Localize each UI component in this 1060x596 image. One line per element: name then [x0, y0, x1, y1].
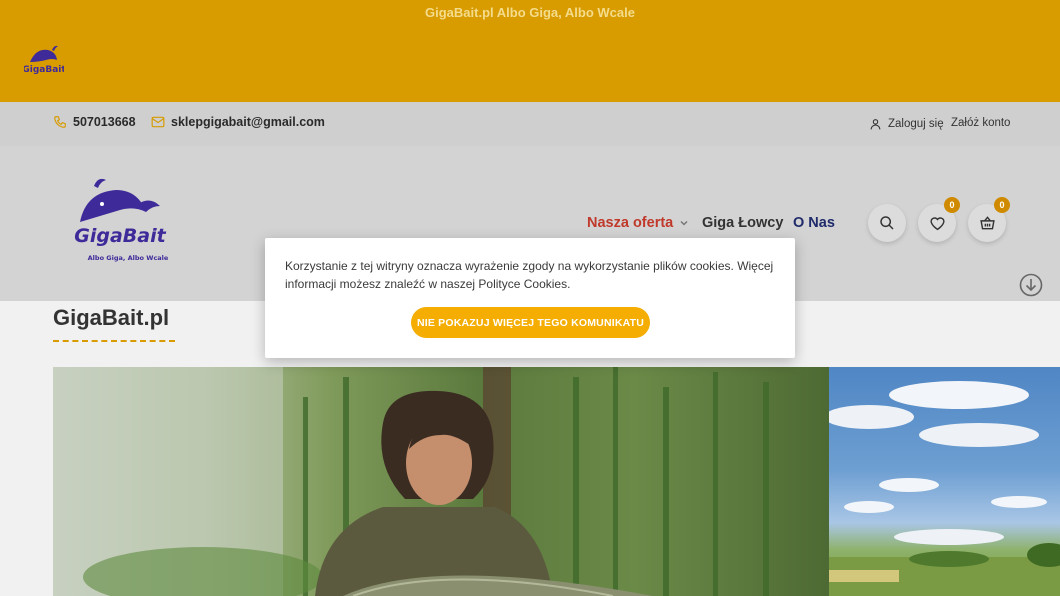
hero-image-angler[interactable]	[53, 367, 829, 596]
cookie-consent-dialog: Korzystanie z tej witryny oznacza wyraże…	[265, 238, 795, 358]
cookie-message: Korzystanie z tej witryny oznacza wyraże…	[285, 259, 774, 291]
contact-bar: 507013668 sklepgigabait@gmail.com Zalogu…	[0, 102, 1060, 146]
user-icon	[870, 119, 881, 130]
wishlist-button[interactable]: 0	[918, 197, 960, 242]
hero-image-landscape[interactable]	[829, 367, 1060, 596]
cart-button[interactable]: 0	[968, 197, 1010, 242]
top-banner: GigaBait.pl Albo Giga, Albo Wcale GigaBa…	[0, 0, 1060, 102]
svg-text:GigaBait: GigaBait	[24, 65, 64, 75]
scroll-down-icon[interactable]	[1019, 273, 1043, 297]
basket-icon	[979, 216, 995, 230]
cookie-dismiss-button[interactable]: NIE POKAZUJ WIĘCEJ TEGO KOMUNIKATU	[411, 307, 650, 338]
mail-icon	[151, 116, 165, 128]
register-label: Załóż konto	[951, 117, 1011, 129]
nav-about[interactable]: O Nas	[793, 215, 835, 231]
slogan: GigaBait.pl Albo Giga, Albo Wcale	[425, 5, 635, 20]
search-icon	[880, 216, 894, 230]
title-underline	[53, 340, 175, 342]
svg-text:Albo Giga, Albo Wcale: Albo Giga, Albo Wcale	[88, 254, 168, 262]
nav-offer[interactable]: Nasza oferta	[587, 215, 689, 231]
login-label: Zaloguj się	[888, 118, 944, 130]
login-link[interactable]: Zaloguj się	[869, 117, 944, 131]
phone-link[interactable]: 507013668	[53, 115, 136, 129]
email-address: sklepgigabait@gmail.com	[171, 115, 325, 129]
nav-hunters[interactable]: Giga Łowcy	[702, 215, 783, 231]
heart-icon	[929, 217, 945, 231]
angler-photo-illustration	[53, 367, 769, 596]
site-logo[interactable]: GigaBait Albo Giga, Albo Wcale	[72, 174, 168, 268]
chevron-down-icon	[680, 220, 688, 226]
mini-logo[interactable]: GigaBait	[24, 40, 64, 80]
svg-text:GigaBait: GigaBait	[74, 225, 166, 247]
cart-count-badge: 0	[994, 197, 1010, 213]
page-title: GigaBait.pl	[53, 305, 170, 330]
phone-icon	[54, 116, 66, 128]
register-link[interactable]: Załóż konto	[951, 117, 1010, 129]
email-link[interactable]: sklepgigabait@gmail.com	[151, 115, 325, 129]
phone-number: 507013668	[73, 115, 136, 129]
nav-offer-label: Nasza oferta	[587, 215, 674, 231]
landscape-photo-illustration	[829, 381, 1060, 596]
search-button[interactable]	[868, 204, 906, 242]
wishlist-count-badge: 0	[944, 197, 960, 213]
